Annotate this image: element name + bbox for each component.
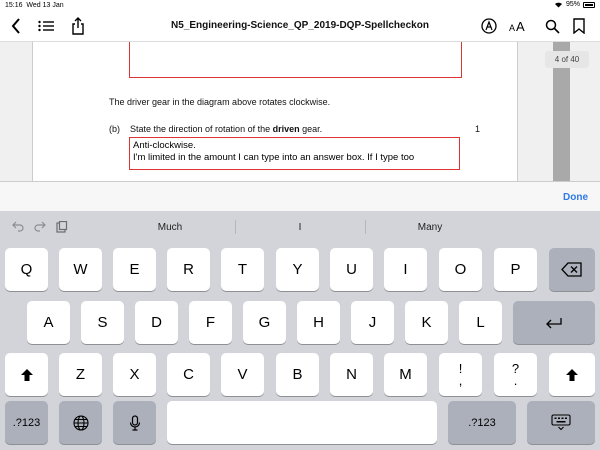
answer-line-2: I'm limited in the amount I can type int… (133, 152, 415, 163)
key-g[interactable]: G (243, 301, 286, 344)
redo-icon[interactable] (34, 221, 46, 232)
toolbar: N5_Engineering-Science_QP_2019-DQP-Spell… (0, 12, 600, 42)
space-bar[interactable] (167, 401, 437, 444)
screen: 15:16 Wed 13 Jan 95% N5_Engineering-Scie… (0, 0, 600, 450)
document-page: The driver gear in the diagram above rot… (32, 42, 518, 181)
key-e[interactable]: E (113, 248, 156, 291)
key-a[interactable]: A (27, 301, 70, 344)
answer-text-box[interactable]: Anti-clockwise. I'm limited in the amoun… (129, 137, 460, 170)
input-accessory-bar: Done (0, 181, 600, 211)
undo-icon[interactable] (12, 221, 24, 232)
done-button[interactable]: Done (563, 192, 588, 203)
key-j[interactable]: J (351, 301, 394, 344)
suggestion-divider (235, 220, 236, 234)
previous-answer-box[interactable] (129, 42, 462, 78)
key-b[interactable]: B (276, 353, 319, 396)
key-q[interactable]: Q (5, 248, 48, 291)
annotate-icon[interactable] (480, 16, 498, 36)
keyboard: Much I Many Q W E R T Y U I O P A S D F … (0, 211, 600, 450)
key-v[interactable]: V (221, 353, 264, 396)
answer-line-1: Anti-clockwise. (133, 140, 196, 151)
list-icon[interactable] (37, 16, 55, 36)
key-y[interactable]: Y (276, 248, 319, 291)
key-m[interactable]: M (384, 353, 427, 396)
svg-text:A: A (509, 23, 515, 33)
key-i[interactable]: I (384, 248, 427, 291)
dictation-key[interactable] (113, 401, 156, 444)
key-l[interactable]: L (459, 301, 502, 344)
key-s[interactable]: S (81, 301, 124, 344)
driver-gear-text: The driver gear in the diagram above rot… (109, 97, 331, 107)
key-c[interactable]: C (167, 353, 210, 396)
return-key[interactable] (513, 301, 595, 344)
delete-key[interactable] (549, 248, 595, 291)
backspace-icon (561, 262, 582, 277)
shift-icon (566, 368, 578, 381)
microphone-icon (129, 414, 140, 431)
status-date: Wed 13 Jan (26, 2, 64, 9)
globe-key[interactable] (59, 401, 102, 444)
status-bar: 15:16 Wed 13 Jan 95% (0, 0, 600, 12)
paste-icon[interactable] (56, 221, 68, 233)
question-marks: 1 (475, 124, 481, 134)
return-icon (546, 317, 562, 328)
page-counter: 4 of 40 (545, 51, 589, 68)
numbers-key-right[interactable]: .?123 (448, 401, 516, 444)
key-p[interactable]: P (494, 248, 537, 291)
key-z[interactable]: Z (59, 353, 102, 396)
document-title: N5_Engineering-Science_QP_2019-DQP-Spell… (171, 20, 429, 31)
numbers-key-left[interactable]: .?123 (5, 401, 48, 444)
shift-key-right[interactable] (549, 353, 595, 396)
key-x[interactable]: X (113, 353, 156, 396)
share-icon[interactable] (69, 16, 87, 36)
key-question-period[interactable]: ?. (494, 353, 537, 396)
globe-icon (72, 414, 89, 431)
key-d[interactable]: D (135, 301, 178, 344)
shift-icon (20, 368, 33, 381)
key-t[interactable]: T (221, 248, 264, 291)
suggestion-bar: Much I Many (0, 211, 600, 242)
battery-fill (585, 3, 593, 6)
key-exclamation-comma[interactable]: !, (439, 353, 482, 396)
hide-keyboard-key[interactable] (527, 401, 595, 444)
document-viewer[interactable]: The driver gear in the diagram above rot… (0, 42, 600, 181)
question-label: (b) (109, 124, 120, 134)
status-time: 15:16 (5, 2, 23, 9)
back-chevron-icon[interactable] (8, 16, 24, 36)
suggestion-3[interactable]: Many (390, 222, 470, 233)
keyboard-dismiss-icon (551, 414, 571, 431)
question-text: State the direction of rotation of the d… (130, 124, 323, 134)
suggestion-1[interactable]: Much (130, 222, 210, 233)
search-icon[interactable] (543, 16, 561, 36)
svg-text:A: A (516, 19, 525, 33)
suggestion-2[interactable]: I (260, 222, 340, 233)
key-f[interactable]: F (189, 301, 232, 344)
bookmark-icon[interactable] (571, 16, 587, 36)
key-n[interactable]: N (330, 353, 373, 396)
key-k[interactable]: K (405, 301, 448, 344)
shift-key-left[interactable] (5, 353, 48, 396)
key-w[interactable]: W (59, 248, 102, 291)
key-o[interactable]: O (439, 248, 482, 291)
suggestion-divider (365, 220, 366, 234)
battery-percent: 95% (565, 1, 580, 8)
key-u[interactable]: U (330, 248, 373, 291)
key-h[interactable]: H (297, 301, 340, 344)
battery-icon (583, 1, 595, 8)
key-r[interactable]: R (167, 248, 210, 291)
text-size-icon[interactable]: AA (508, 16, 528, 36)
wifi-icon (554, 2, 562, 8)
